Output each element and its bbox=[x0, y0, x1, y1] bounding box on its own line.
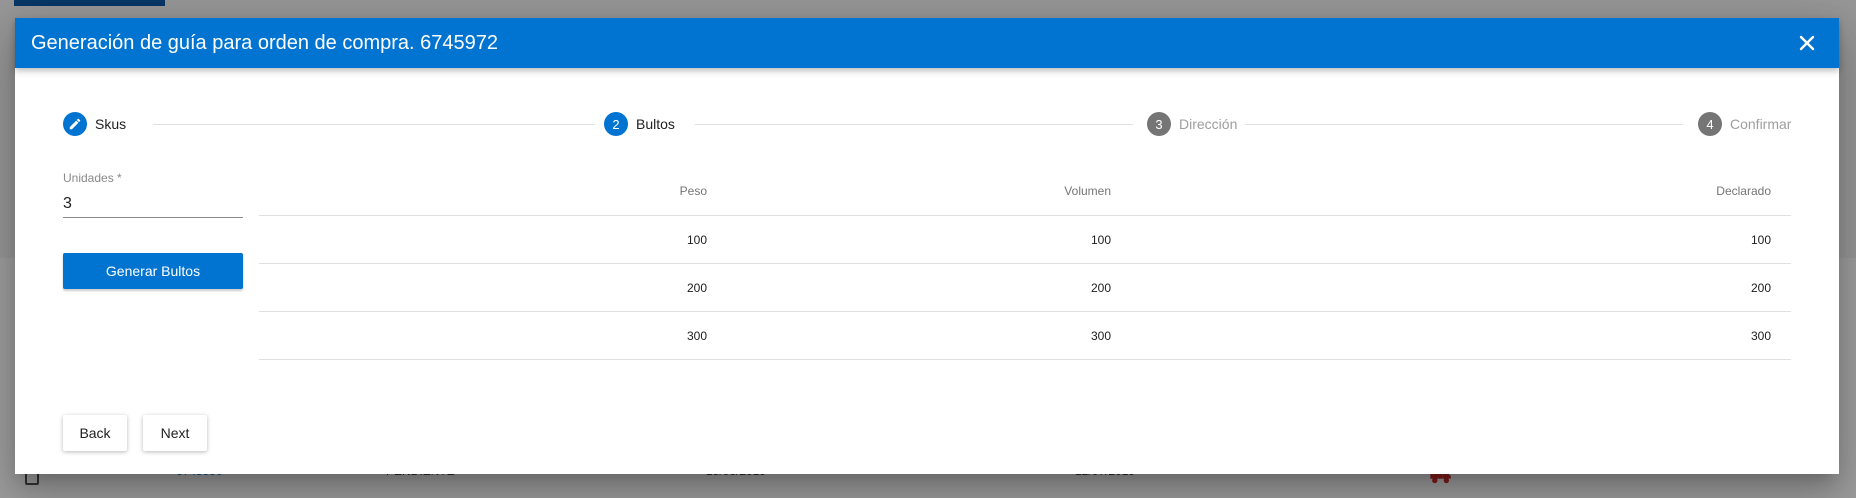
cell-volumen: 200 bbox=[1090, 280, 1111, 295]
cell-peso: 100 bbox=[686, 232, 707, 247]
dialog-header: Generación de guía para orden de compra.… bbox=[15, 18, 1839, 68]
pencil-icon bbox=[63, 112, 87, 136]
step-bultos[interactable]: 2 Bultos bbox=[604, 112, 675, 136]
step-direccion[interactable]: 3 Dirección bbox=[1147, 112, 1237, 136]
cell-declarado: 200 bbox=[1750, 280, 1771, 295]
units-label: Unidades * bbox=[63, 171, 122, 185]
cell-volumen: 300 bbox=[1090, 328, 1111, 343]
header-volumen: Volumen bbox=[1064, 183, 1111, 198]
back-button[interactable]: Back bbox=[63, 415, 127, 451]
dialog-title: Generación de guía para orden de compra.… bbox=[31, 32, 499, 54]
table-row: 200 200 200 bbox=[259, 264, 1791, 312]
step-number: 2 bbox=[604, 112, 628, 136]
step-connector bbox=[695, 124, 1133, 125]
cell-declarado: 300 bbox=[1750, 328, 1771, 343]
step-label: Confirmar bbox=[1730, 116, 1792, 132]
step-number: 4 bbox=[1698, 112, 1722, 136]
step-confirmar[interactable]: 4 Confirmar bbox=[1698, 112, 1791, 136]
generate-packages-button[interactable]: Generar Bultos bbox=[63, 253, 243, 289]
header-peso: Peso bbox=[679, 183, 707, 198]
units-input[interactable] bbox=[63, 190, 243, 218]
guide-dialog: Generación de guía para orden de compra.… bbox=[15, 18, 1839, 474]
cell-volumen: 100 bbox=[1090, 232, 1111, 247]
cell-peso: 300 bbox=[686, 328, 707, 343]
step-connector bbox=[1245, 124, 1683, 125]
step-label: Bultos bbox=[636, 116, 675, 132]
step-number: 3 bbox=[1147, 112, 1171, 136]
cell-declarado: 100 bbox=[1750, 232, 1771, 247]
step-connector bbox=[153, 124, 595, 125]
table-row: 300 300 300 bbox=[259, 312, 1791, 360]
step-skus[interactable]: Skus bbox=[63, 112, 126, 136]
close-icon[interactable] bbox=[1795, 31, 1819, 55]
next-button[interactable]: Next bbox=[143, 415, 207, 451]
header-declarado: Declarado bbox=[1716, 183, 1771, 198]
step-label: Skus bbox=[95, 116, 127, 132]
step-label: Dirección bbox=[1179, 116, 1238, 132]
packages-table: Peso Volumen Declarado 100 100 100 200 2… bbox=[259, 166, 1791, 360]
table-header-row: Peso Volumen Declarado bbox=[259, 166, 1791, 216]
table-row: 100 100 100 bbox=[259, 216, 1791, 264]
cell-peso: 200 bbox=[686, 280, 707, 295]
